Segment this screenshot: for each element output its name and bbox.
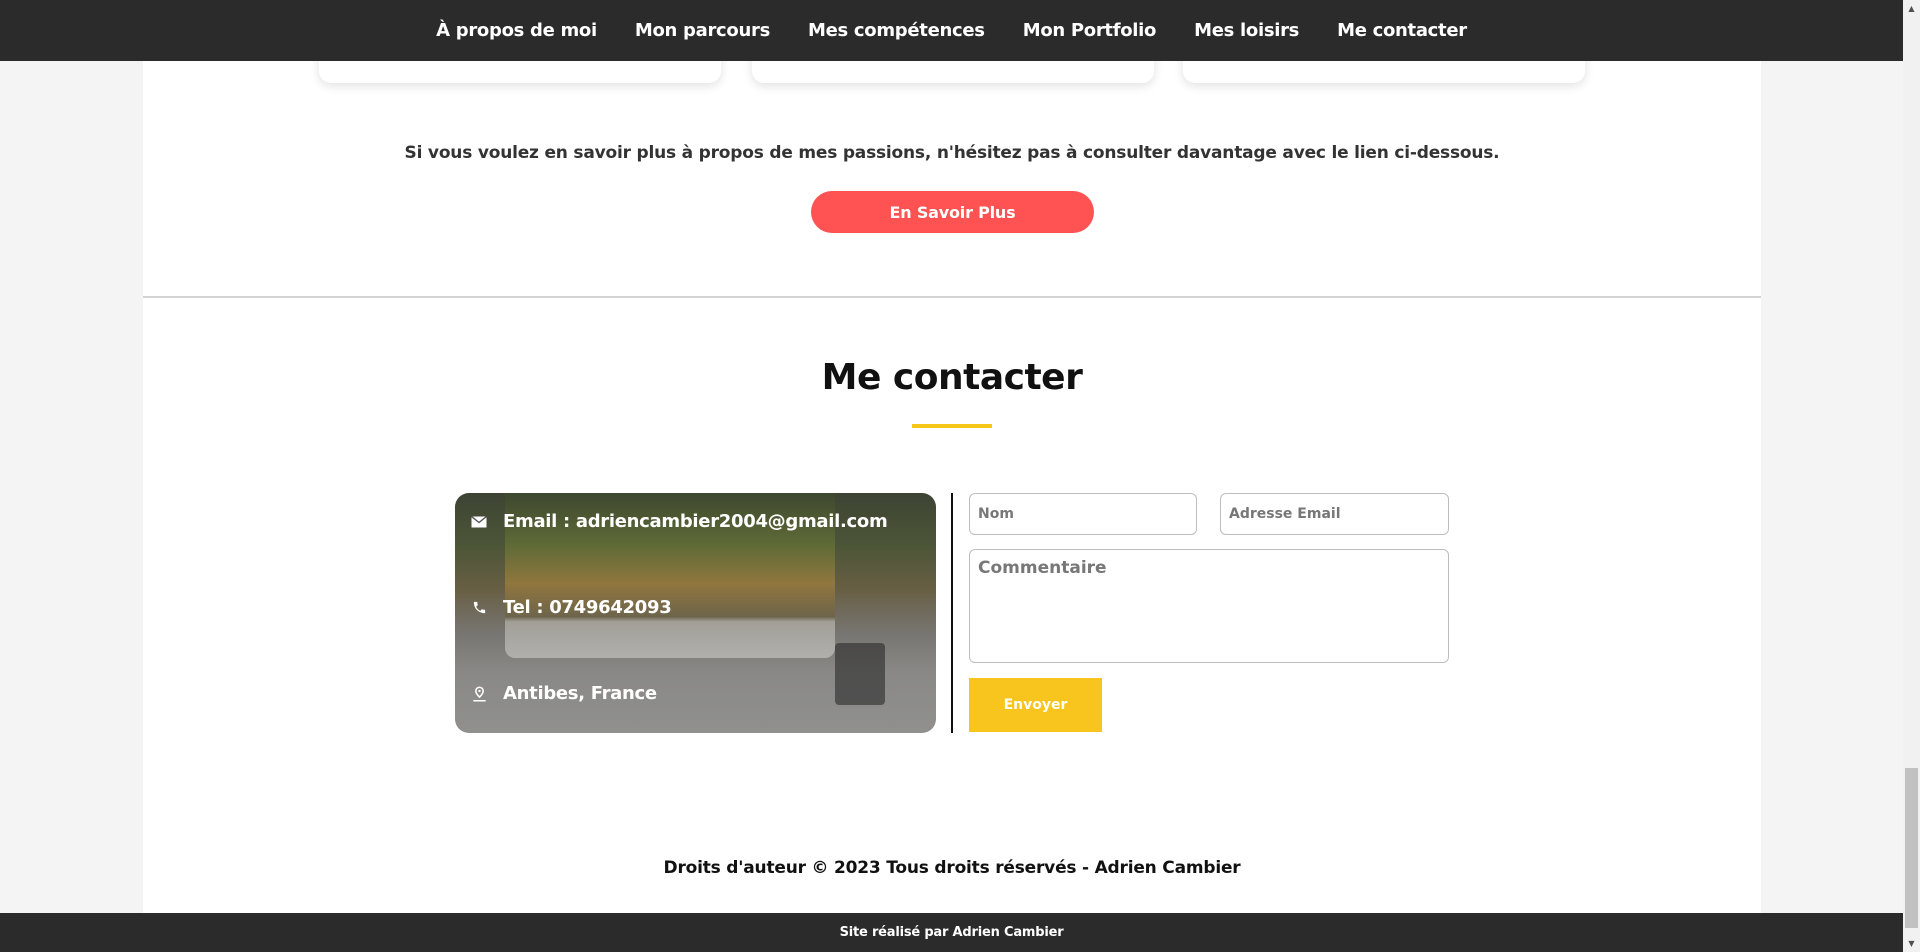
nav-link-competences[interactable]: Mes compétences [808, 20, 985, 41]
contact-location-row: Antibes, France [471, 683, 657, 704]
footer-credit-text: Site réalisé par Adrien Cambier [839, 925, 1064, 940]
top-navigation: À propos de moi Mon parcours Mes compéte… [0, 0, 1903, 61]
contact-section-title: Me contacter [821, 357, 1083, 398]
contact-phone-row: Tel : 0749642093 [471, 597, 672, 618]
title-underline [912, 424, 992, 428]
site-footer: Site réalisé par Adrien Cambier [0, 913, 1903, 952]
en-savoir-plus-button[interactable]: En Savoir Plus [811, 191, 1094, 233]
contact-location-text: Antibes, France [503, 683, 657, 704]
scroll-up-arrow-icon[interactable]: ▲ [1903, 0, 1920, 17]
phone-icon [471, 600, 487, 616]
name-field[interactable] [969, 493, 1197, 535]
contact-email-text: Email : adriencambier2004@gmail.com [503, 511, 888, 532]
scroll-down-arrow-icon[interactable]: ▼ [1903, 935, 1920, 952]
background-photo-pencil-cup [835, 643, 885, 705]
nav-link-parcours[interactable]: Mon parcours [635, 20, 770, 41]
page-content: Si vous voulez en savoir plus à propos d… [143, 0, 1761, 952]
contact-phone-text: Tel : 0749642093 [503, 597, 672, 618]
map-pin-icon [471, 685, 487, 702]
nav-link-contact[interactable]: Me contacter [1337, 20, 1467, 41]
nav-link-portfolio[interactable]: Mon Portfolio [1023, 20, 1157, 41]
nav-link-loisirs[interactable]: Mes loisirs [1194, 20, 1299, 41]
section-divider [143, 296, 1761, 298]
envelope-icon [471, 514, 487, 530]
nav-link-a-propos[interactable]: À propos de moi [436, 20, 597, 41]
contact-vertical-divider [951, 493, 953, 733]
comment-field[interactable] [969, 549, 1449, 663]
contact-email-row: Email : adriencambier2004@gmail.com [471, 511, 888, 532]
email-field[interactable] [1220, 493, 1449, 535]
page-scrollbar[interactable]: ▲ ▼ [1903, 0, 1920, 952]
loisirs-intro-text: Si vous voulez en savoir plus à propos d… [404, 143, 1500, 163]
scrollbar-thumb[interactable] [1905, 768, 1918, 928]
send-button[interactable]: Envoyer [969, 678, 1102, 732]
copyright-text: Droits d'auteur © 2023 Tous droits réser… [663, 858, 1241, 878]
contact-info-card: Email : adriencambier2004@gmail.com Tel … [455, 493, 936, 733]
